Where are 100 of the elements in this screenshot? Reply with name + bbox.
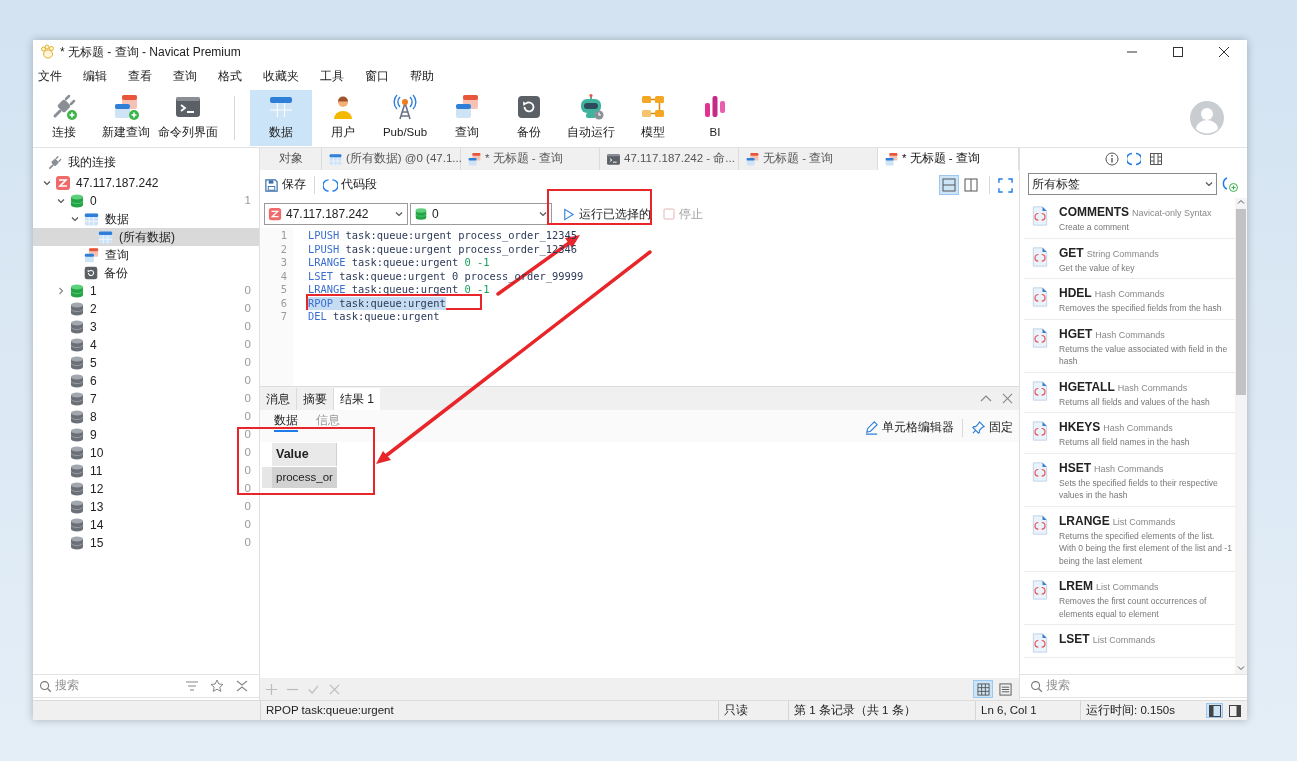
toolbar-button[interactable]: 数据: [250, 89, 312, 146]
tree-item[interactable]: 0 1: [33, 192, 259, 210]
tree-label[interactable]: 2: [90, 300, 97, 318]
database-select[interactable]: 0: [410, 203, 552, 225]
chevron-down-icon[interactable]: [42, 178, 52, 188]
toolbar-button[interactable]: BI: [684, 89, 746, 146]
table-cell[interactable]: process_or: [272, 467, 337, 488]
tree-label[interactable]: 7: [90, 390, 97, 408]
menu-item[interactable]: 收藏夹: [263, 67, 299, 85]
tree-label[interactable]: 14: [90, 516, 104, 534]
layout-button[interactable]: [1226, 703, 1243, 718]
tree-item[interactable]: 4 0: [33, 336, 259, 354]
tree-item[interactable]: 10 0: [33, 444, 259, 462]
tree-item[interactable]: 5 0: [33, 354, 259, 372]
tree-label[interactable]: 47.117.187.242: [76, 174, 159, 192]
info-icon[interactable]: [1104, 152, 1119, 166]
tree-item[interactable]: 14 0: [33, 516, 259, 534]
snippet-item[interactable]: HGET Hash Commands Returns the value associated with field in the hash: [1024, 319, 1235, 373]
snippet-item[interactable]: GET String Commands Get the value of key: [1024, 238, 1235, 279]
toolbar-button[interactable]: 代码段: [323, 176, 377, 194]
menu-item[interactable]: 编辑: [83, 67, 107, 85]
menu-item[interactable]: 工具: [320, 67, 344, 85]
add-snippet-icon[interactable]: [1221, 175, 1239, 193]
snippet-item[interactable]: HKEYS Hash Commands Returns all field names in the hash: [1024, 413, 1235, 454]
snippet-item[interactable]: COMMENTS Navicat-only Syntax Create a comment: [1024, 198, 1235, 239]
layout-button[interactable]: [1206, 703, 1223, 718]
collapse-icon[interactable]: [235, 679, 249, 693]
tree-item[interactable]: 11 0: [33, 462, 259, 480]
tree-label[interactable]: 备份: [104, 264, 128, 282]
tree-label[interactable]: 1: [90, 282, 97, 300]
star-icon[interactable]: [210, 679, 224, 693]
tree-item[interactable]: 15 0: [33, 534, 259, 552]
brackets-icon[interactable]: [1126, 152, 1141, 166]
scrollbar[interactable]: [1235, 198, 1247, 674]
toolbar-button[interactable]: 模型: [622, 89, 684, 146]
menu-item[interactable]: 查询: [173, 67, 197, 85]
add-icon[interactable]: [266, 683, 277, 695]
menu-item[interactable]: 帮助: [410, 67, 434, 85]
chevron-down-icon[interactable]: [56, 196, 66, 206]
toolbar-button[interactable]: 新建查询: [95, 89, 157, 146]
tree-item[interactable]: 9 0: [33, 426, 259, 444]
tree-item[interactable]: 1 0: [33, 282, 259, 300]
toolbar-button[interactable]: 固定: [971, 418, 1013, 437]
toolbar-button[interactable]: 备份: [498, 89, 560, 146]
tree-label[interactable]: 10: [90, 444, 104, 462]
menu-item[interactable]: 文件: [38, 67, 62, 85]
snippet-item[interactable]: LREM List Commands Removes the first count occurrences of elements equal to element: [1024, 572, 1235, 625]
toolbar-button[interactable]: 命令列界面: [157, 89, 219, 146]
tree-item[interactable]: (所有数据): [33, 228, 259, 246]
tree-label[interactable]: 数据: [105, 210, 129, 228]
tree-label[interactable]: 0: [90, 192, 97, 210]
chevron-right-icon[interactable]: [56, 286, 66, 296]
tree-item[interactable]: 数据: [33, 210, 259, 228]
toolbar-button[interactable]: 单元格编辑器: [864, 418, 954, 437]
tree-label[interactable]: 6: [90, 372, 97, 390]
cancel-icon[interactable]: [329, 683, 340, 695]
toolbar-button[interactable]: 查询: [436, 89, 498, 146]
tree-item[interactable]: 47.117.187.242: [33, 174, 259, 192]
tree-label[interactable]: 9: [90, 426, 97, 444]
run-button[interactable]: 运行已选择的: [562, 205, 651, 223]
tree-label[interactable]: 15: [90, 534, 104, 552]
sub-tab[interactable]: 数据: [274, 413, 298, 432]
tree-item[interactable]: 7 0: [33, 390, 259, 408]
tree-item[interactable]: 3 0: [33, 318, 259, 336]
tree-item[interactable]: 备份: [33, 264, 259, 282]
columns-icon[interactable]: [1148, 152, 1163, 166]
tab[interactable]: 47.117.187.242 - 命...: [600, 148, 739, 170]
tree-label[interactable]: 8: [90, 408, 97, 426]
search-field[interactable]: 搜索: [55, 677, 155, 695]
tree-label[interactable]: 5: [90, 354, 97, 372]
toolbar-button[interactable]: 连接: [33, 89, 95, 146]
tree-item[interactable]: 8 0: [33, 408, 259, 426]
close-icon[interactable]: [1002, 393, 1013, 404]
view-button[interactable]: [973, 680, 993, 698]
tag-select[interactable]: 所有标签: [1028, 173, 1217, 195]
tree-item[interactable]: 6 0: [33, 372, 259, 390]
search-field[interactable]: 搜索: [1046, 677, 1166, 695]
toolbar-button[interactable]: 用户: [312, 89, 374, 146]
menu-item[interactable]: 查看: [128, 67, 152, 85]
tab[interactable]: (所有数据) @0 (47.1...: [322, 148, 461, 170]
toolbar-button[interactable]: Pub/Sub: [374, 89, 436, 146]
toolbar-button[interactable]: 保存: [264, 176, 306, 194]
tree-label[interactable]: (所有数据): [119, 228, 175, 246]
snippet-item[interactable]: HSET Hash Commands Sets the specified fields to their respective values in the hash: [1024, 453, 1235, 507]
tree-item[interactable]: 查询: [33, 246, 259, 264]
column-header[interactable]: Value: [272, 443, 337, 466]
result-tab[interactable]: 结果 1: [334, 388, 380, 410]
snippet-item[interactable]: LSET List Commands: [1024, 625, 1235, 658]
tree-label[interactable]: 查询: [105, 246, 129, 264]
tree-label[interactable]: 3: [90, 318, 97, 336]
chevron-down-icon[interactable]: [70, 214, 80, 224]
toolbar-button[interactable]: 自动运行: [560, 89, 622, 146]
menu-item[interactable]: 窗口: [365, 67, 389, 85]
tab[interactable]: * 无标题 - 查询: [878, 148, 1019, 170]
menu-item[interactable]: 格式: [218, 67, 242, 85]
tree-item[interactable]: 13 0: [33, 498, 259, 516]
tree-label[interactable]: 11: [90, 462, 103, 480]
tree-label[interactable]: 4: [90, 336, 97, 354]
tab[interactable]: * 无标题 - 查询: [461, 148, 600, 170]
tree-item[interactable]: 2 0: [33, 300, 259, 318]
